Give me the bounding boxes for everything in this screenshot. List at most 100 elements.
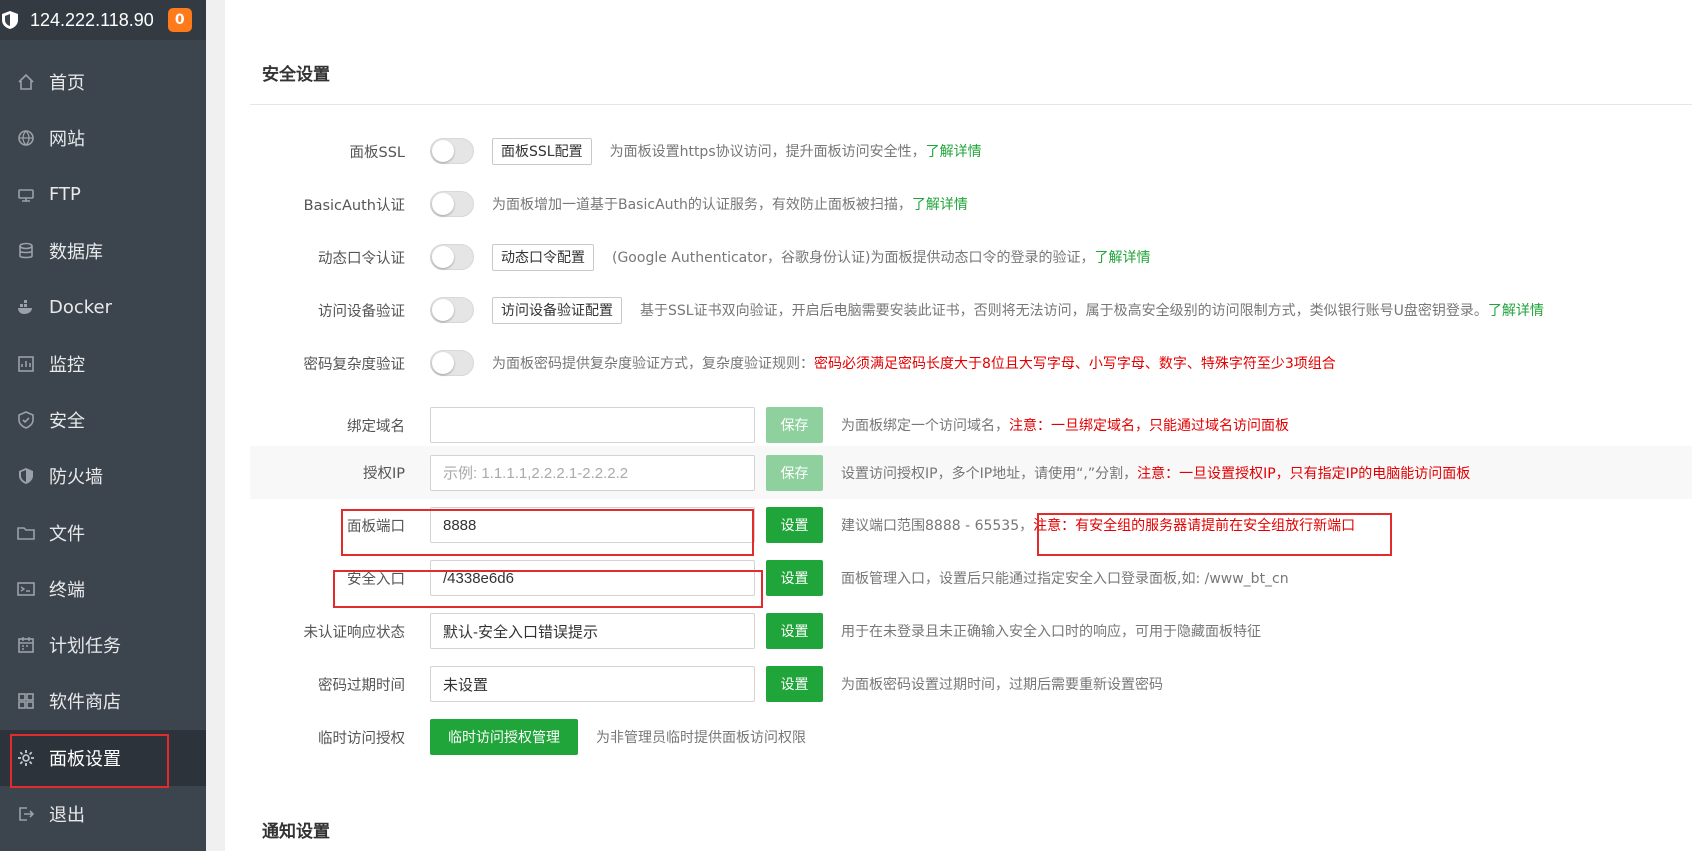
sidebar-menu: 首页网站 FTP 数据库 Docker 监控 安全 防火墙 文件终端计划任务软件商店面板设置退… [0, 54, 206, 842]
label-device-verify: 访问设备验证 [318, 303, 405, 320]
basicauth-learn-more-link[interactable]: 了解详情 [912, 197, 968, 213]
security-entry-set-button[interactable]: 设置 [766, 560, 823, 596]
pwdcomplex-warning: 密码必须满足密码长度大于8位且大写字母、小写字母、数字、特殊字符至少3项组合 [814, 356, 1336, 372]
ssl-desc-text: 为面板设置https协议访问，提升面板访问安全性， [609, 144, 926, 160]
calendar-icon [16, 635, 36, 655]
firewall-icon [16, 466, 36, 486]
label-bind-domain: 绑定域名 [347, 418, 405, 435]
basicauth-desc: 为面板增加一道基于BasicAuth的认证服务，有效防止面板被扫描，了解详情 [492, 194, 968, 214]
label-password-complexity: 密码复杂度验证 [303, 356, 406, 373]
label-basicauth: BasicAuth认证 [303, 197, 405, 214]
row-unauth-response: 未认证响应状态 默认-安全入口错误提示 设置 用于在未登录且未正确输入安全入口时… [250, 606, 1692, 656]
sidebar-item-3[interactable]: 数据库 [0, 223, 206, 279]
sidebar-item-6[interactable]: 安全 [0, 392, 206, 448]
password-expire-input[interactable]: 未设置 [430, 666, 755, 702]
folder-icon [16, 523, 36, 543]
monitor-icon [16, 354, 36, 374]
temp-auth-desc: 为非管理员临时提供面板访问权限 [596, 730, 806, 746]
sidebar-item-label: 面板设置 [49, 748, 121, 770]
device-verify-desc: 基于SSL证书双向验证，开启后电脑需要安装此证书，否则将无法访问，属于极高安全级… [640, 300, 1544, 320]
device-verify-toggle[interactable] [430, 297, 474, 323]
section-divider [250, 104, 1692, 105]
sidebar-item-12[interactable]: 面板设置 [0, 729, 206, 788]
row-authorized-ip: 授权IP 示例: 1.1.1.1,2.2.2.1-2.2.2.2 保存 设置访问… [250, 446, 1692, 499]
sidebar-item-label: FTP [49, 184, 81, 206]
password-complexity-desc: 为面板密码提供复杂度验证方式，复杂度验证规则：密码必须满足密码长度大于8位且大写… [492, 353, 1336, 373]
server-header[interactable]: 124.222.118.90 0 [0, 0, 206, 40]
password-complexity-toggle[interactable] [430, 350, 474, 376]
unauth-response-desc: 用于在未登录且未正确输入安全入口时的响应，可用于隐藏面板特征 [841, 624, 1261, 640]
sidebar-item-0[interactable]: 首页 [0, 54, 206, 110]
row-otp: 动态口令认证 动态口令配置 (Google Authenticator，谷歌身份… [250, 232, 1692, 282]
password-expire-desc: 为面板密码设置过期时间，过期后需要重新设置密码 [841, 677, 1163, 693]
row-panel-ssl: 面板SSL 面板SSL配置 为面板设置https协议访问，提升面板访问安全性，了… [250, 126, 1692, 176]
sidebar-item-8[interactable]: 文件 [0, 504, 206, 560]
row-device-verify: 访问设备验证 访问设备验证配置 基于SSL证书双向验证，开启后电脑需要安装此证书… [250, 285, 1692, 335]
panel-port-set-button[interactable]: 设置 [766, 507, 823, 543]
security-entry-desc: 面板管理入口，设置后只能通过指定安全入口登录面板,如: /www_bt_cn [841, 571, 1289, 587]
authorized-ip-save-button[interactable]: 保存 [766, 454, 823, 491]
label-authorized-ip: 授权IP [362, 466, 405, 482]
row-temp-auth: 临时访问授权 临时访问授权管理 为非管理员临时提供面板访问权限 [250, 712, 1692, 762]
authorized-ip-input[interactable]: 示例: 1.1.1.1,2.2.2.1-2.2.2.2 [430, 454, 755, 491]
annotation-box-port [341, 509, 754, 556]
bind-domain-save-button[interactable]: 保存 [766, 407, 823, 443]
sidebar-item-9[interactable]: 终端 [0, 561, 206, 617]
bind-domain-input[interactable] [430, 407, 755, 443]
row-basicauth: BasicAuth认证 为面板增加一道基于BasicAuth的认证服务，有效防止… [250, 179, 1692, 229]
ssl-config-button[interactable]: 面板SSL配置 [492, 137, 592, 165]
row-password-complexity: 密码复杂度验证 为面板密码提供复杂度验证方式，复杂度验证规则：密码必须满足密码长… [250, 338, 1692, 388]
otp-toggle[interactable] [430, 244, 474, 270]
temp-auth-manage-button[interactable]: 临时访问授权管理 [430, 719, 578, 755]
sidebar-item-11[interactable]: 软件商店 [0, 673, 206, 729]
unauth-response-set-button[interactable]: 设置 [766, 613, 823, 649]
home-icon [16, 72, 36, 92]
label-panel-ssl: 面板SSL [349, 144, 406, 161]
row-bind-domain: 绑定域名 保存 为面板绑定一个访问域名，注意：一旦绑定域名，只能通过域名访问面板 [250, 400, 1692, 450]
otp-desc-text: (Google Authenticator，谷歌身份认证)为面板提供动态口令的登… [612, 250, 1095, 266]
label-unauth-response: 未认证响应状态 [303, 624, 406, 641]
sidebar-item-label: 计划任务 [49, 636, 121, 658]
domain-desc-text: 为面板绑定一个访问域名， [841, 418, 1009, 434]
globe-icon [16, 128, 36, 148]
logout-icon [16, 804, 36, 824]
ssl-toggle[interactable] [430, 138, 474, 164]
terminal-icon [16, 579, 36, 599]
device-verify-config-button[interactable]: 访问设备验证配置 [492, 296, 622, 324]
sidebar-item-label: 网站 [49, 129, 85, 151]
authorized-ip-desc: 设置访问授权IP，多个IP地址，请使用“,”分割，注意：一旦设置授权IP，只有指… [841, 463, 1470, 483]
authip-desc-text: 设置访问授权IP，多个IP地址，请使用“,”分割， [841, 465, 1138, 482]
database-icon [16, 241, 36, 261]
sidebar-item-2[interactable]: FTP [0, 167, 206, 223]
sidebar-item-7[interactable]: 防火墙 [0, 448, 206, 504]
basicauth-toggle[interactable] [430, 191, 474, 217]
sidebar-item-label: 数据库 [49, 242, 103, 264]
authip-warning: 注意：一旦设置授权IP，只有指定IP的电脑能访问面板 [1137, 465, 1471, 482]
label-otp: 动态口令认证 [318, 250, 405, 267]
otp-config-button[interactable]: 动态口令配置 [492, 243, 594, 271]
row-password-expire: 密码过期时间 未设置 设置 为面板密码设置过期时间，过期后需要重新设置密码 [250, 659, 1692, 709]
sidebar-item-label: 终端 [49, 579, 85, 601]
device-learn-more-link[interactable]: 了解详情 [1488, 303, 1544, 319]
sidebar-item-10[interactable]: 计划任务 [0, 617, 206, 673]
sidebar-item-label: 退出 [49, 805, 85, 826]
shield-check-icon [16, 410, 36, 430]
sidebar-item-13[interactable]: 退出 [0, 786, 206, 842]
sidebar-item-5[interactable]: 监控 [0, 335, 206, 391]
otp-learn-more-link[interactable]: 了解详情 [1095, 250, 1151, 266]
annotation-box-entry [333, 570, 763, 608]
password-expire-set-button[interactable]: 设置 [766, 666, 823, 702]
ssl-desc: 为面板设置https协议访问，提升面板访问安全性，了解详情 [610, 141, 982, 161]
ftp-icon [16, 185, 36, 205]
ssl-learn-more-link[interactable]: 了解详情 [926, 144, 982, 160]
pwdcomplex-desc-text: 为面板密码提供复杂度验证方式，复杂度验证规则： [492, 356, 814, 372]
notification-badge[interactable]: 0 [167, 8, 192, 32]
server-shield-icon [2, 11, 18, 29]
device-verify-desc-text: 基于SSL证书双向验证，开启后电脑需要安装此证书，否则将无法访问，属于极高安全级… [640, 303, 1488, 319]
sidebar-item-4[interactable]: Docker [0, 279, 206, 335]
unauth-response-select[interactable]: 默认-安全入口错误提示 [430, 613, 755, 649]
basicauth-desc-text: 为面板增加一道基于BasicAuth的认证服务，有效防止面板被扫描， [492, 197, 912, 213]
sidebar-item-1[interactable]: 网站 [0, 110, 206, 166]
label-password-expire: 密码过期时间 [318, 677, 405, 694]
server-ip: 124.222.118.90 [30, 9, 154, 30]
